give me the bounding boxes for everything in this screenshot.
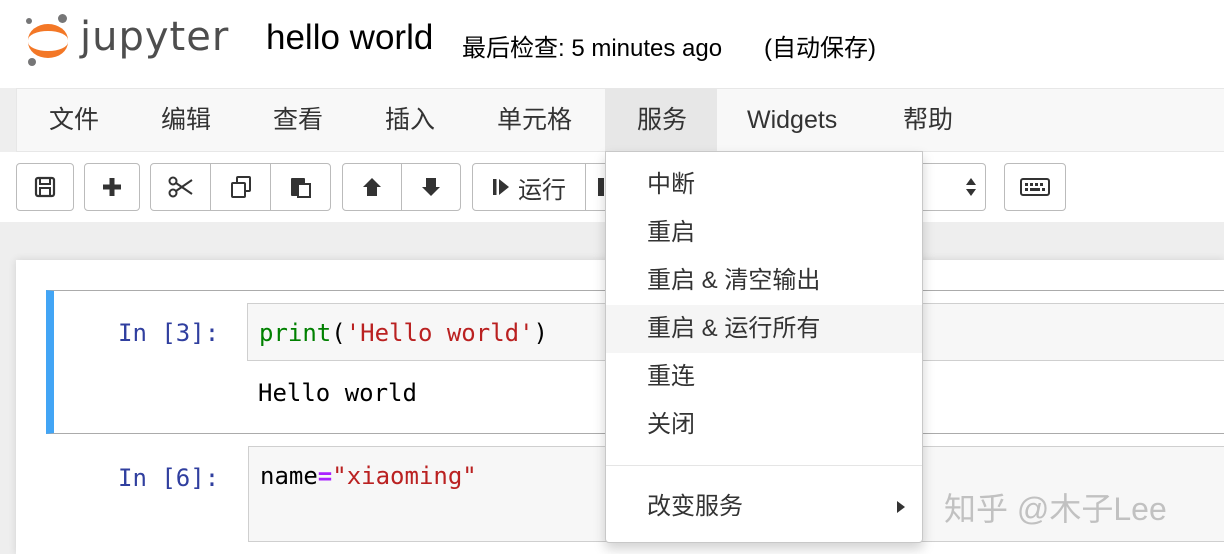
paste-icon	[290, 178, 311, 198]
select-arrows-icon	[966, 178, 976, 196]
menu-edit[interactable]: 编辑	[129, 89, 243, 151]
menu-item-change-kernel[interactable]: 改变服务	[606, 483, 922, 531]
menu-cell[interactable]: 单元格	[465, 89, 604, 151]
input-prompt: In [3]:	[118, 319, 220, 347]
code-paren-close: )	[533, 319, 548, 347]
keyboard-icon	[1020, 178, 1050, 196]
code-builtin: print	[259, 319, 332, 347]
step-forward-icon	[493, 179, 509, 195]
menu-item-restart-clear-output[interactable]: 重启 & 清空输出	[606, 257, 922, 305]
menu-item-restart-run-all[interactable]: 重启 & 运行所有	[606, 305, 922, 353]
code-paren-open: (	[331, 319, 346, 347]
move-down-button[interactable]	[401, 163, 461, 211]
menu-file[interactable]: 文件	[17, 89, 131, 151]
cell-output: Hello world	[258, 379, 417, 407]
code-string: "xiaoming"	[332, 462, 477, 490]
paste-button[interactable]	[270, 163, 331, 211]
jupyter-logo[interactable]: jupyter	[22, 12, 242, 68]
arrow-up-icon	[363, 178, 381, 196]
caret-right-icon	[897, 501, 905, 513]
plus-icon	[103, 178, 121, 196]
menu-kernel[interactable]: 服务	[605, 89, 717, 151]
insert-cell-button[interactable]	[84, 163, 140, 211]
code-line: print('Hello world')	[259, 319, 548, 347]
arrow-down-icon	[422, 178, 440, 196]
copy-button[interactable]	[210, 163, 271, 211]
kernel-dropdown-menu: 中断 重启 重启 & 清空输出 重启 & 运行所有 重连 关闭 改变服务	[605, 151, 923, 543]
run-button[interactable]: 运行	[472, 163, 586, 211]
menu-widgets[interactable]: Widgets	[715, 89, 869, 151]
header: jupyter hello world 最后检查: 5 minutes ago …	[0, 0, 1224, 88]
code-line: name="xiaoming"	[260, 462, 477, 490]
autosave-status: (自动保存)	[764, 35, 876, 62]
command-palette-button[interactable]	[1004, 163, 1066, 211]
cut-button[interactable]	[150, 163, 211, 211]
checkpoint-status: 最后检查: 5 minutes ago	[462, 35, 723, 62]
jupyter-logo-icon	[22, 12, 72, 68]
watermark: 知乎 @木子Lee	[944, 491, 1167, 527]
move-up-button[interactable]	[342, 163, 402, 211]
menu-divider	[606, 465, 922, 466]
menu-item-restart[interactable]: 重启	[606, 209, 922, 257]
menu-item-interrupt[interactable]: 中断	[606, 161, 922, 209]
code-string: 'Hello world'	[345, 319, 534, 347]
code-operator: =	[317, 462, 333, 490]
menu-item-shutdown[interactable]: 关闭	[606, 401, 922, 449]
save-button[interactable]	[16, 163, 74, 211]
copy-icon	[230, 176, 251, 198]
change-kernel-label: 改变服务	[647, 493, 743, 520]
input-prompt: In [6]:	[118, 464, 220, 492]
scissors-icon	[168, 176, 193, 198]
logo-text: jupyter	[80, 14, 230, 60]
notebook-title[interactable]: hello world	[266, 18, 433, 58]
save-icon	[34, 176, 56, 198]
menubar: 文件 编辑 查看 插入 单元格 服务 Widgets 帮助	[16, 88, 1224, 152]
menu-view[interactable]: 查看	[241, 89, 355, 151]
menu-help[interactable]: 帮助	[871, 89, 985, 151]
menu-insert[interactable]: 插入	[353, 89, 467, 151]
code-variable: name	[260, 462, 318, 490]
run-label: 运行	[518, 176, 566, 204]
menu-item-reconnect[interactable]: 重连	[606, 353, 922, 401]
